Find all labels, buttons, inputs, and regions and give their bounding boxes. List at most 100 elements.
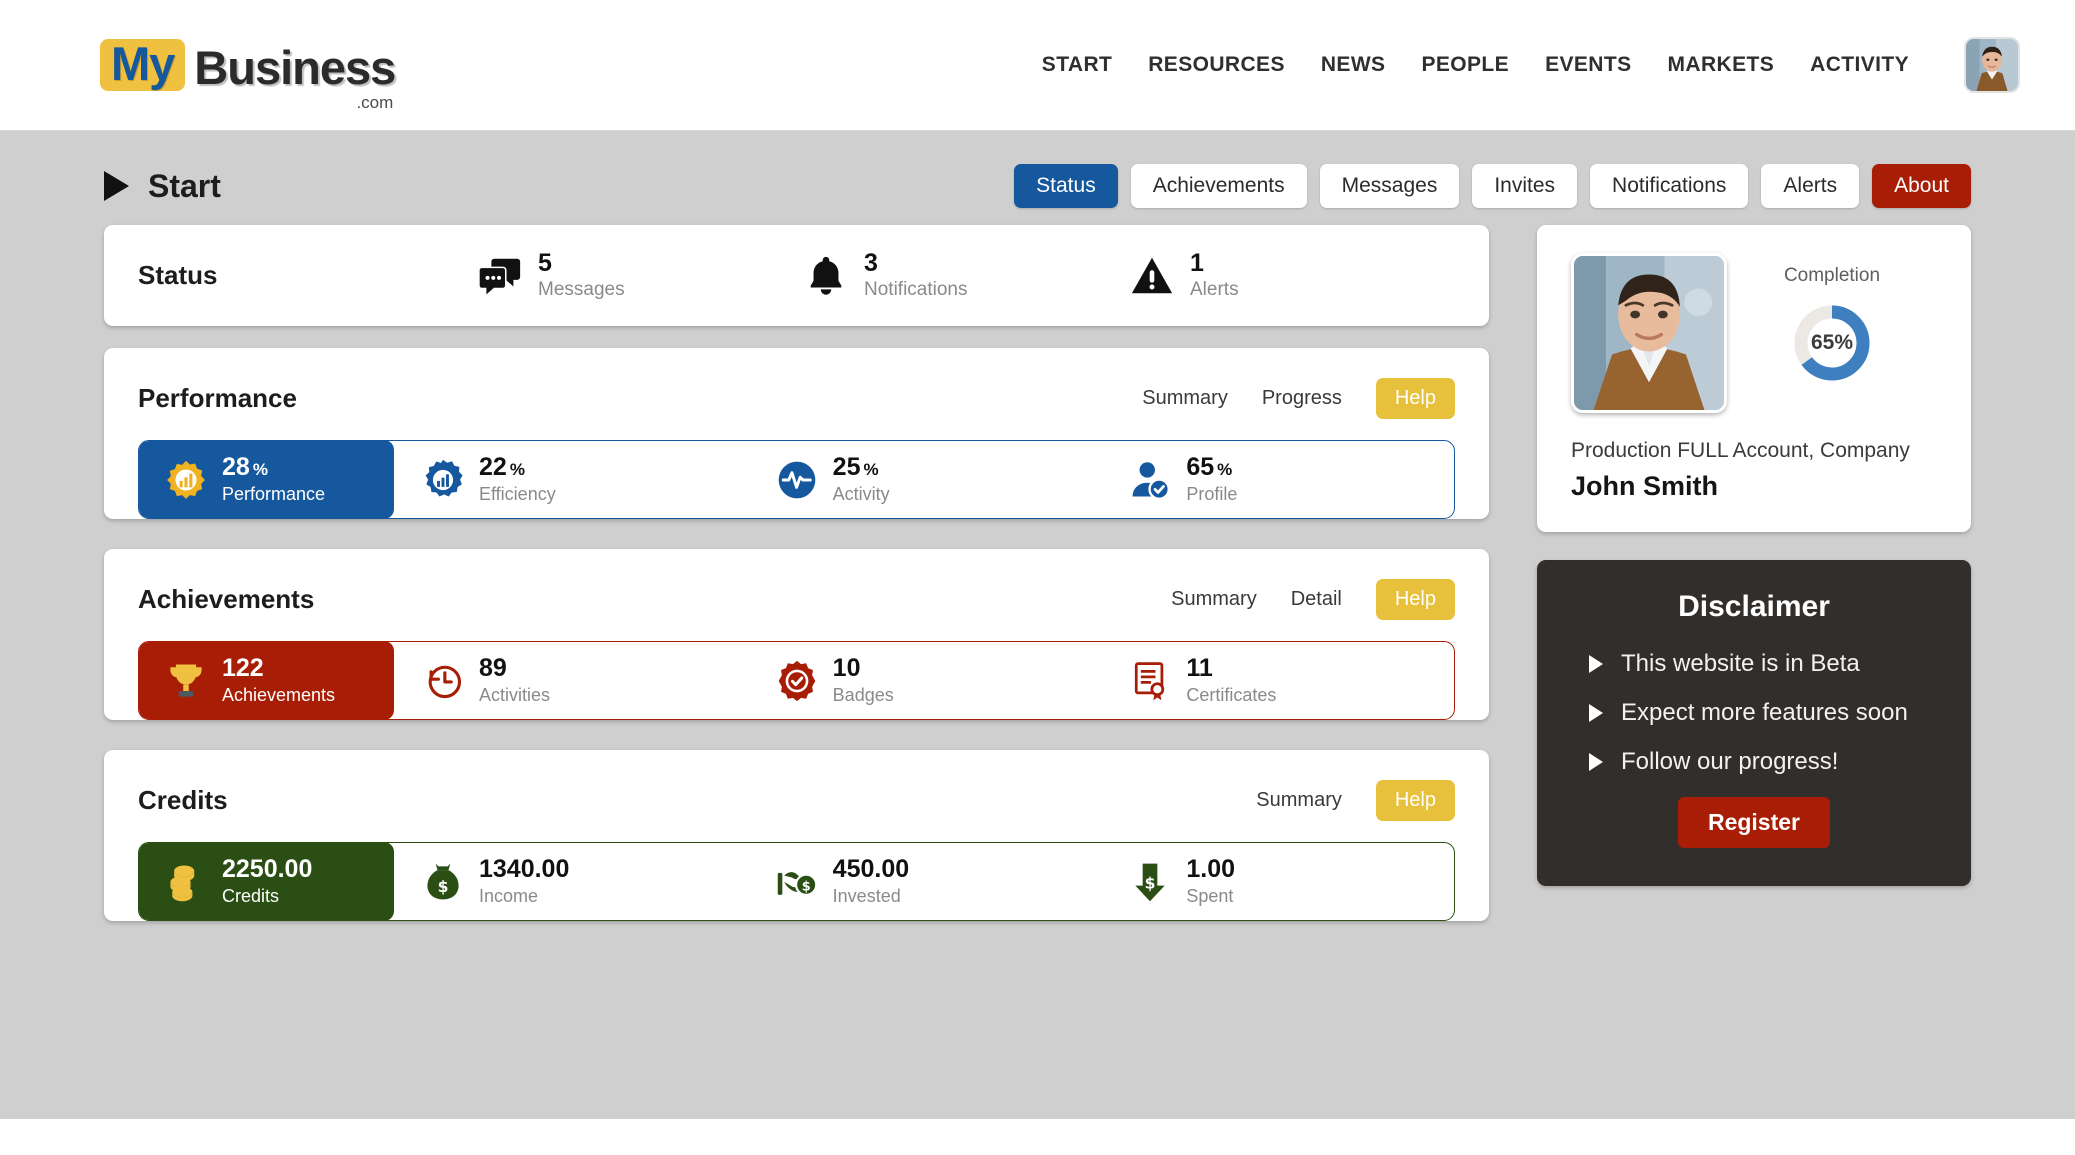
metric-badges[interactable]: 10 Badges xyxy=(747,642,1101,719)
triangle-bullet-icon xyxy=(1589,753,1603,771)
site-logo[interactable]: My Business .com xyxy=(100,39,396,112)
profile-name: John Smith xyxy=(1571,471,1718,501)
svg-text:$: $ xyxy=(1145,874,1156,892)
profile-photo[interactable] xyxy=(1571,253,1727,413)
avatar-photo xyxy=(1966,39,2018,91)
certificate-icon xyxy=(1135,661,1165,700)
status-item-notifications[interactable]: 3 Notifications xyxy=(803,250,1129,300)
status-value: 1 xyxy=(1190,249,1204,278)
nav-item-resources[interactable]: RESOURCES xyxy=(1148,53,1285,77)
metric-value: 22 xyxy=(479,453,507,482)
metric-activity[interactable]: 25% Activity xyxy=(747,441,1101,518)
badge-check-icon xyxy=(778,660,816,701)
user-avatar[interactable] xyxy=(1964,37,2020,93)
tab-status[interactable]: Status xyxy=(1014,164,1118,208)
metric-label: Efficiency xyxy=(479,483,556,504)
metric-label: Income xyxy=(479,885,539,906)
metric-label: Spent xyxy=(1186,885,1234,906)
page-title: Start xyxy=(148,167,221,204)
achievements-summary-link[interactable]: Summary xyxy=(1171,588,1257,611)
tab-messages[interactable]: Messages xyxy=(1319,164,1460,208)
metric-value: 11 xyxy=(1186,654,1213,683)
metric-unit: % xyxy=(863,460,879,480)
disclaimer-item: This website is in Beta xyxy=(1589,650,1937,678)
clock-arrow-icon xyxy=(428,665,462,698)
metric-achievements[interactable]: 122 Achievements xyxy=(139,642,394,719)
triangle-bullet-icon xyxy=(1589,655,1603,673)
nav-item-markets[interactable]: MARKETS xyxy=(1667,53,1774,77)
profile-card: Completion 65% Production FULL Account, … xyxy=(1537,225,1971,532)
metric-invested[interactable]: $ 450.00 Invested xyxy=(747,843,1101,920)
metric-efficiency[interactable]: 22% Efficiency xyxy=(393,441,747,518)
trophy-icon xyxy=(170,664,202,697)
performance-summary-link[interactable]: Summary xyxy=(1142,387,1228,410)
tab-bar: Status Achievements Messages Invites Not… xyxy=(1014,164,1971,208)
arrow-down-money-icon: $ xyxy=(1135,863,1166,901)
metric-label: Credits xyxy=(222,885,280,906)
metric-performance[interactable]: 28% Performance xyxy=(139,441,394,518)
tab-achievements[interactable]: Achievements xyxy=(1130,164,1307,208)
performance-progress-link[interactable]: Progress xyxy=(1262,387,1342,410)
completion-value: 65% xyxy=(1810,331,1854,354)
warning-triangle-icon xyxy=(1131,257,1173,293)
triangle-bullet-icon xyxy=(1589,704,1603,722)
performance-card: Performance Summary Progress Help 28 % P… xyxy=(104,348,1489,519)
site-header: My Business .com START RESOURCES NEWS PE… xyxy=(0,0,2075,131)
achievements-actions: Summary Detail Help xyxy=(1171,578,1455,620)
metric-income[interactable]: $ 1340.00 Income xyxy=(393,843,747,920)
achievements-help-button[interactable]: Help xyxy=(1375,578,1455,620)
nav-item-start[interactable]: START xyxy=(1042,53,1112,77)
logo-business-text: Business xyxy=(194,41,396,94)
bell-icon xyxy=(810,256,842,295)
tab-invites[interactable]: Invites xyxy=(1472,164,1578,208)
metric-credits[interactable]: 2250.00 Credits xyxy=(139,843,394,920)
performance-actions: Summary Progress Help xyxy=(1142,377,1455,419)
status-item-alerts[interactable]: 1 Alerts xyxy=(1129,250,1455,300)
metric-unit: % xyxy=(1217,460,1233,480)
play-triangle-icon xyxy=(104,171,129,201)
credits-help-button[interactable]: Help xyxy=(1375,779,1455,821)
credits-summary-link[interactable]: Summary xyxy=(1256,789,1342,812)
performance-help-button[interactable]: Help xyxy=(1375,377,1455,419)
profile-photo-image xyxy=(1574,256,1724,410)
metric-unit: % xyxy=(252,460,268,480)
metric-spent[interactable]: $ 1.00 Spent xyxy=(1100,843,1454,920)
svg-text:$: $ xyxy=(801,879,810,894)
pulse-icon xyxy=(778,461,816,498)
performance-header: Performance Summary Progress Help xyxy=(104,348,1489,424)
profile-account-text: Production FULL Account, Company xyxy=(1571,439,1910,462)
status-item-messages[interactable]: 5 Messages xyxy=(477,250,803,300)
metric-value: 28 xyxy=(222,453,250,482)
hand-money-icon: $ xyxy=(777,871,818,896)
metric-activities[interactable]: 89 Activities xyxy=(393,642,747,719)
status-label-text: Notifications xyxy=(864,278,968,300)
disclaimer-item: Follow our progress! xyxy=(1589,748,1937,776)
tab-notifications[interactable]: Notifications xyxy=(1590,164,1749,208)
user-check-icon xyxy=(1132,461,1171,500)
gear-chart-icon xyxy=(425,459,463,496)
nav-item-activity[interactable]: ACTIVITY xyxy=(1810,53,1909,77)
profile-top: Completion 65% xyxy=(1571,253,1937,413)
achievements-detail-link[interactable]: Detail xyxy=(1291,588,1342,611)
metric-certificates[interactable]: 11 Certificates xyxy=(1100,642,1454,719)
performance-metric-strip: 28% Performance 22% Efficiency 25 % Acti… xyxy=(138,440,1455,519)
logo-dotcom-text: .com xyxy=(356,93,394,112)
nav-item-news[interactable]: NEWS xyxy=(1321,53,1386,77)
register-button[interactable]: Register xyxy=(1677,797,1831,848)
metric-value: 1340.00 xyxy=(479,855,570,884)
metric-unit: % xyxy=(509,460,525,480)
nav-item-events[interactable]: EVENTS xyxy=(1545,53,1631,77)
logo-my-badge: My xyxy=(100,39,186,91)
metric-label: Badges xyxy=(832,684,894,705)
credits-title: Credits xyxy=(138,784,228,815)
achievements-header: Achievements Summary Detail Help xyxy=(104,549,1489,625)
tab-about[interactable]: About xyxy=(1872,164,1971,208)
tab-alerts[interactable]: Alerts xyxy=(1761,164,1860,208)
page-title-row: Start Status Achievements Messages Invit… xyxy=(0,131,2075,215)
credits-actions: Summary Help xyxy=(1256,779,1455,821)
main-column: Status 5 Messages 3 Notifications 1 Aler… xyxy=(104,225,1489,951)
achievements-metric-strip: 122 Achievements 89 Activities 10 Badges… xyxy=(138,641,1455,720)
metric-profile[interactable]: 65% Profile xyxy=(1100,441,1454,518)
disclaimer-panel: Disclaimer This website is in Beta Expec… xyxy=(1537,560,1971,886)
nav-item-people[interactable]: PEOPLE xyxy=(1421,53,1509,77)
